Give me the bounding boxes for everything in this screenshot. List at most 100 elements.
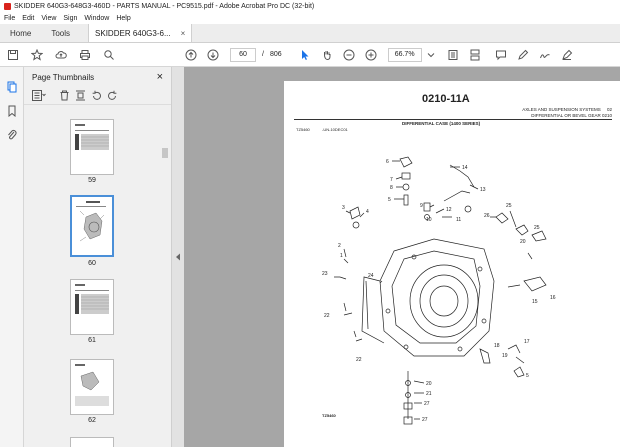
rotate-ccw-icon[interactable] [91,90,102,101]
tab-document[interactable]: SKIDDER 640G3-6... × [88,24,193,42]
menu-edit[interactable]: Edit [22,15,34,22]
callout-12: 12 [446,207,452,213]
differential-housing [379,238,495,357]
acrobat-icon [4,2,11,10]
hand-tool-icon[interactable] [320,48,334,62]
page-thumbnails-panel: Page Thumbnails × 59 60 61 62 [24,67,172,447]
tab-home[interactable]: Home [0,24,41,42]
tab-bar: Home Tools SKIDDER 640G3-6... × [0,24,620,43]
scroll-mode-icon[interactable] [468,48,482,62]
thumbnail-options-icon[interactable] [32,90,46,101]
thumbnail-page-60[interactable] [70,195,114,257]
menu-sign[interactable]: Sign [63,15,77,22]
main-toolbar: 60 / 806 66.7% [0,43,620,67]
next-page-icon[interactable] [206,48,220,62]
title-bar: SKIDDER 640G3-648G3-460D - PARTS MANUAL … [0,0,620,12]
panel-header: Page Thumbnails × [24,67,171,87]
previous-page-icon[interactable] [184,48,198,62]
print-icon[interactable] [78,48,92,62]
callout-25a: 25 [506,203,512,209]
callout-14: 14 [462,165,468,171]
menu-window[interactable]: Window [84,15,109,22]
rotate-cw-icon[interactable] [107,90,118,101]
callout-27a: 27 [424,401,430,407]
callout-2: 2 [338,243,341,249]
thumbnail-page-62[interactable] [70,359,114,415]
highlight-pen-icon[interactable] [516,48,530,62]
tab-close-icon[interactable]: × [181,29,186,38]
callout-13: 13 [480,187,486,193]
panel-scrollbar-thumb[interactable] [162,148,168,158]
zoom-dropdown-chevron-icon[interactable] [424,48,438,62]
menu-help[interactable]: Help [116,15,130,22]
collapse-panel-icon[interactable] [175,253,181,261]
callout-20b: 20 [426,381,432,387]
callout-27b: 27 [422,417,428,423]
menu-file[interactable]: File [4,15,15,22]
window-title: SKIDDER 640G3-648G3-460D - PARTS MANUAL … [14,2,315,10]
panel-scrollbar[interactable] [162,126,168,446]
thumbnail-preview-icon [76,201,106,242]
callout-10: 10 [426,217,432,223]
thumbnail-label-60: 60 [88,260,96,267]
callout-17: 17 [524,339,530,345]
callout-5a: 5 [388,197,391,203]
panel-title: Page Thumbnails [32,72,95,82]
upload-cloud-icon[interactable] [54,48,68,62]
thumbnail-preview-icon [75,284,109,314]
comment-icon[interactable] [494,48,508,62]
menu-view[interactable]: View [41,15,56,22]
insert-pages-icon[interactable] [75,90,86,101]
left-navigation-rail [0,67,24,447]
save-icon[interactable] [6,48,20,62]
draw-signature-icon[interactable] [538,48,552,62]
select-cursor-icon[interactable] [298,48,312,62]
pdf-page: 0210-11A AXLES AND SUSPENSION SYSTEMS 02… [284,81,620,447]
search-icon[interactable] [102,48,116,62]
callout-5b: 5 [526,373,529,379]
callout-8: 8 [390,185,393,191]
callout-18: 18 [494,343,500,349]
callout-6: 6 [386,159,389,165]
callout-23: 23 [322,271,328,277]
callout-15: 15 [532,299,538,305]
thumbnail-page-59[interactable] [70,119,114,175]
attachments-paperclip-icon[interactable] [6,129,18,141]
callout-9: 9 [420,203,423,209]
callout-21: 21 [426,391,432,397]
thumbnails-icon[interactable] [6,81,18,93]
callout-1: 1 [340,253,343,259]
fill-sign-icon[interactable] [560,48,574,62]
panel-close-icon[interactable]: × [157,71,163,83]
callout-16: 16 [550,295,556,301]
document-viewer[interactable]: 0210-11A AXLES AND SUSPENSION SYSTEMS 02… [184,67,620,447]
thumbnail-page-61[interactable] [70,279,114,335]
callout-4: 4 [366,209,369,215]
callout-26: 26 [484,213,490,219]
total-pages: 806 [269,51,282,58]
callout-19: 19 [502,353,508,359]
page-layout-icon[interactable] [446,48,460,62]
delete-trash-icon[interactable] [59,90,70,101]
thumbnail-preview-icon [75,364,109,406]
tab-document-label: SKIDDER 640G3-6... [95,28,171,38]
menu-bar: File Edit View Sign Window Help [0,12,620,24]
bookmark-star-icon[interactable] [30,48,44,62]
callout-3: 3 [342,205,345,211]
thumbnail-page-next[interactable] [70,437,114,447]
zoom-level-field[interactable]: 66.7% [387,47,422,62]
page-number-input[interactable]: 60 [230,47,256,62]
thumbnail-preview-icon [75,124,109,150]
thumbnail-label-59: 59 [88,177,96,184]
callout-24: 24 [368,273,374,279]
callout-11: 11 [456,217,461,223]
page-separator: / [262,51,264,58]
bookmarks-icon[interactable] [6,105,18,117]
panel-splitter[interactable] [172,67,184,447]
tab-tools[interactable]: Tools [41,24,80,42]
zoom-in-icon[interactable] [364,48,378,62]
part-6 [399,156,413,168]
panel-tools [24,87,171,105]
callout-7: 7 [390,177,393,183]
zoom-out-icon[interactable] [342,48,356,62]
